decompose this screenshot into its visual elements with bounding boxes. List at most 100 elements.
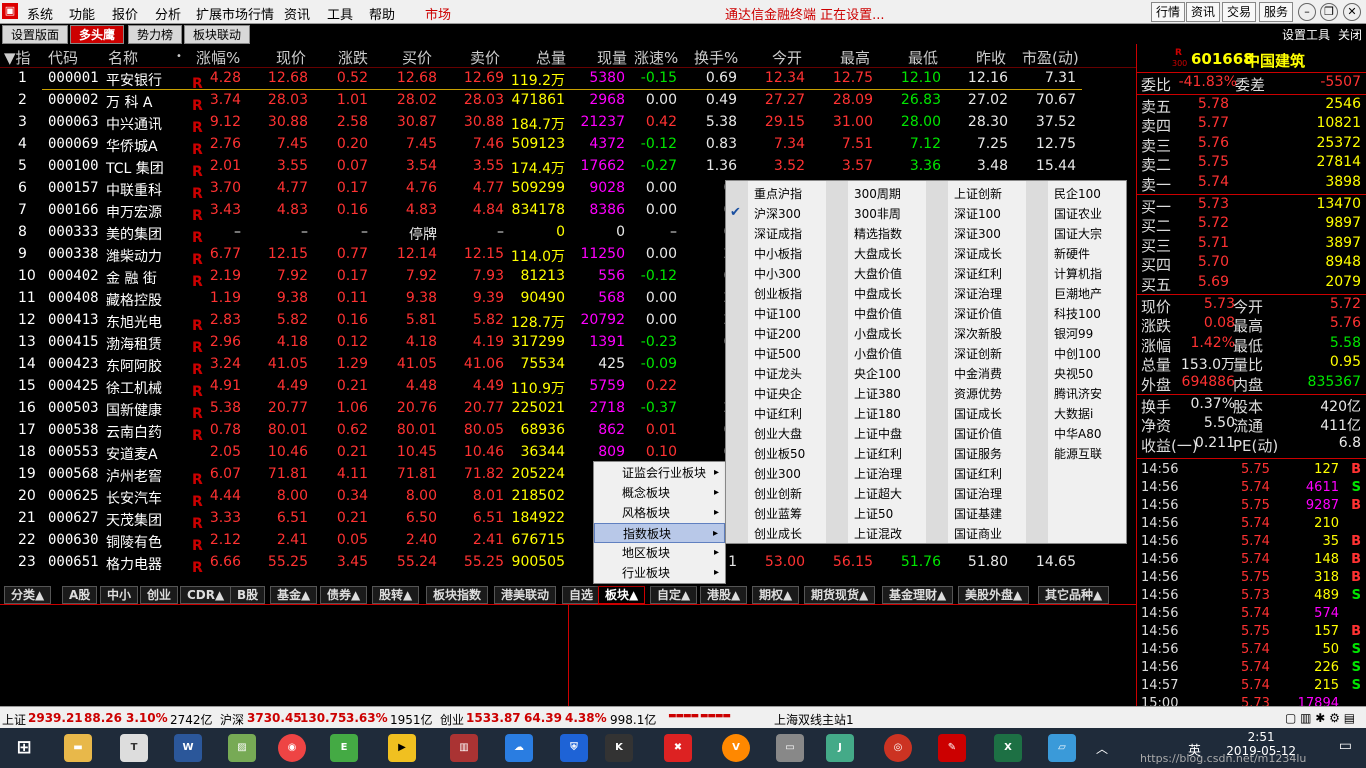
index-menu-item[interactable]: 深证成指 [754,225,802,242]
stock-code[interactable]: 000002 [48,92,99,108]
menu-quote[interactable]: 报价 [112,4,138,23]
col-header-13[interactable]: 今开 [772,47,802,68]
col-header-16[interactable]: 昨收 [976,47,1006,68]
taskbar-clock[interactable]: 2:51 2019-05-12 [1226,730,1296,758]
index-menu-item[interactable]: 中盘成长 [854,285,902,302]
col-header-15[interactable]: 最低 [908,47,938,68]
index-menu-item[interactable]: 深证300 [954,225,1001,242]
category-tab-7[interactable]: 债券▲ [320,586,368,604]
category-tab-14[interactable]: 港股▲ [700,586,748,604]
submenu-item-5[interactable]: 行业板块 ▸ [594,563,725,583]
notes-icon[interactable]: ▱ [1048,734,1076,762]
settings-tool-link[interactable]: 设置工具 [1282,26,1330,43]
stock-name[interactable]: 云南白药 [106,422,162,442]
stock-name[interactable]: 潍柴动力 [106,246,162,266]
stock-name[interactable]: 渤海租赁 [106,334,162,354]
index-menu-item[interactable]: 上证超大 [854,485,902,502]
stock-code[interactable]: 000069 [48,136,99,152]
index-menu-item[interactable]: 300非周 [854,205,901,222]
submenu-item-2[interactable]: 风格板块 ▸ [594,503,725,523]
category-tab-18[interactable]: 美股外盘▲ [958,586,1030,604]
status-icons[interactable]: ▢ ▥ ✱ ⚙ ▤ [1285,711,1355,725]
menu-market[interactable]: 市场 [425,4,451,23]
index-menu-item[interactable]: 中华A80 [1054,425,1101,442]
stock-code[interactable]: 000408 [48,290,99,306]
submenu-item-1[interactable]: 概念板块 ▸ [594,483,725,503]
stock-name[interactable]: 天茂集团 [106,510,162,530]
col-header-14[interactable]: 最高 [840,47,870,68]
submenu-item-3[interactable]: 指数板块 ▸ [594,523,725,543]
excel-file-icon[interactable]: E [330,734,358,762]
index-menu-item[interactable]: 国证红利 [954,465,1002,482]
index-menu-item[interactable]: 创业板指 [754,285,802,302]
category-tab-8[interactable]: 股转▲ [372,586,420,604]
col-header-11[interactable]: 涨速% [634,47,678,68]
windows-start-icon[interactable]: ⊞ [10,734,38,762]
index-menu-item[interactable]: 大数据i [1054,405,1093,422]
baidu-netdisk-icon[interactable]: ☁ [505,734,533,762]
notification-icon[interactable]: ▭ [1339,738,1352,754]
category-tab-10[interactable]: 港美联动 [494,586,557,604]
stock-code[interactable]: 000553 [48,444,99,460]
stock-code[interactable]: 000333 [48,224,99,240]
menu-extended-market[interactable]: 扩展市场行情 [196,4,274,23]
stock-code[interactable]: 000338 [48,246,99,262]
stock-name[interactable]: 中兴通讯 [106,114,162,134]
category-tab-13[interactable]: 自定▲ [650,586,698,604]
index-menu-item[interactable]: 中证200 [754,325,801,342]
table-row[interactable]: 4 000069 华侨城A R 2.76 7.45 0.20 7.45 7.46 509123 43… [0,134,1090,158]
index-menu-item[interactable]: 腾讯济安 [1054,385,1102,402]
stock-name[interactable]: 徐工机械 [106,378,162,398]
index-menu-item[interactable]: 精选指数 [854,225,902,242]
tab-sector-link[interactable]: 板块联动 [184,25,251,44]
col-header-1[interactable]: 代码 [48,47,78,68]
index-menu-item[interactable]: 上证混改 [854,525,902,542]
tray-chevron-icon[interactable]: ︿ [1096,740,1108,757]
category-tab-6[interactable]: 基金▲ [270,586,318,604]
col-header-2[interactable]: 名称 [108,47,138,68]
stock-code[interactable]: 000100 [48,158,99,174]
menu-tools[interactable]: 工具 [327,4,353,23]
index-menu-item[interactable]: 300周期 [854,185,901,202]
monitor-icon[interactable]: ▭ [776,734,804,762]
index-menu-item[interactable]: 沪深300 [754,205,801,222]
category-tab-0[interactable]: 分类▲ [4,586,52,604]
category-tab-15[interactable]: 期权▲ [752,586,800,604]
menu-system[interactable]: 系统 [27,4,53,23]
index-menu-item[interactable]: 上证创新 [954,185,1002,202]
index-menu-item[interactable]: 上证中盘 [854,425,902,442]
stock-name-title[interactable]: 中国建筑 [1245,50,1305,71]
category-tab-9[interactable]: 板块指数 [426,586,489,604]
index-menu-item[interactable]: 深证创新 [954,345,1002,362]
index-menu-item[interactable]: 国证商业 [954,525,1002,542]
col-header-9[interactable]: 总量 [536,47,566,68]
security-icon[interactable]: ⛨ [560,734,588,762]
close-icon[interactable]: ✕ [1343,3,1361,21]
index-menu-item[interactable]: 中证龙头 [754,365,802,382]
category-tab-2[interactable]: 中小 [100,586,139,604]
winrar-icon[interactable]: ▥ [450,734,478,762]
index-menu-item[interactable]: 中证100 [754,305,801,322]
index-menu-item[interactable]: 创业蓝筹 [754,505,802,522]
index-menu-item[interactable]: 中盘价值 [854,305,902,322]
index-menu-item[interactable]: 小盘成长 [854,325,902,342]
index-menu-item[interactable]: 上证红利 [854,445,902,462]
stock-name[interactable]: 藏格控股 [106,290,162,310]
index-menu-item[interactable]: 中证央企 [754,385,802,402]
close-link[interactable]: 关闭 [1338,26,1362,43]
stock-code[interactable]: 000627 [48,510,99,526]
tab-layout-settings[interactable]: 设置版面 [2,25,69,44]
category-tab-4[interactable]: CDR▲ [180,586,232,604]
index-menu-item[interactable]: 计算机指 [1054,265,1102,282]
index-menu-item[interactable]: 创业创新 [754,485,802,502]
index-menu-item[interactable]: 国证大宗 [1054,225,1102,242]
typora-icon[interactable]: T [120,734,148,762]
vip-icon[interactable]: V [722,734,750,762]
index-menu-item[interactable]: 科技100 [1054,305,1101,322]
file-explorer-icon[interactable]: ▬ [64,734,92,762]
stock-name[interactable]: TCL 集团 [106,158,164,178]
col-header-5[interactable]: 现价 [276,47,306,68]
index-menu-item[interactable]: 上证180 [854,405,901,422]
category-tab-12[interactable]: 板块▲ [598,586,646,604]
stock-name[interactable]: 安道麦A [106,444,158,464]
